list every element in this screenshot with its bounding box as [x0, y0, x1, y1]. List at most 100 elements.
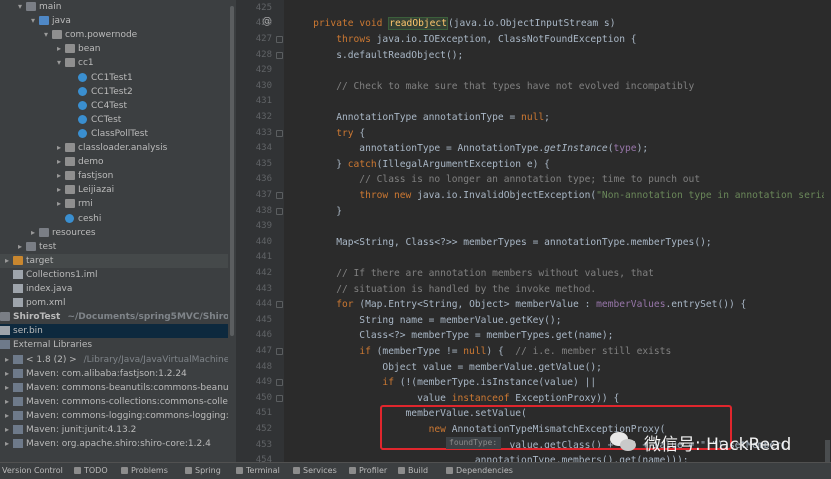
code-token: null	[521, 112, 545, 123]
library-icon	[13, 439, 23, 449]
package-icon	[52, 30, 62, 40]
tree-item[interactable]: pom.xml	[0, 296, 228, 310]
scrollbar-thumb[interactable]	[230, 6, 234, 336]
collapse-arrow-icon[interactable]: ▸	[2, 254, 12, 268]
collapse-arrow-icon[interactable]: ▸	[54, 141, 64, 155]
tree-item[interactable]: ▾ main	[0, 0, 228, 14]
collapse-arrow-icon[interactable]: ▸	[54, 197, 64, 211]
tool-window-profiler[interactable]: Profiler	[349, 463, 387, 479]
tree-item[interactable]: ▸ classloader.analysis	[0, 141, 228, 155]
fold-marker-icon[interactable]	[276, 207, 283, 215]
tool-window-build[interactable]: Build	[398, 463, 428, 479]
tree-item[interactable]: ▸ Maven: commons-collections:commons-coll…	[0, 395, 228, 409]
tree-item[interactable]: ▸ < 1.8 (2) > /Library/Java/JavaVirtualMa…	[0, 353, 228, 367]
collapse-arrow-icon[interactable]: ▸	[28, 226, 38, 240]
tree-item[interactable]: ceshi	[0, 212, 228, 226]
collapse-arrow-icon[interactable]: ▸	[2, 437, 12, 451]
editor-scrollbar[interactable]	[824, 0, 831, 462]
code-line: s.defaultReadObject();	[290, 48, 463, 64]
collapse-arrow-icon[interactable]: ▸	[2, 381, 12, 395]
tree-item[interactable]: ▸ fastjson	[0, 169, 228, 183]
tree-item[interactable]: ser.bin	[0, 324, 228, 339]
tree-item[interactable]: ▾ cc1	[0, 56, 228, 70]
fold-marker-icon[interactable]	[276, 379, 283, 387]
collapse-arrow-icon[interactable]: ▸	[2, 395, 12, 409]
tree-item[interactable]: ▸ Maven: commons-logging:commons-logging:…	[0, 409, 228, 423]
collapse-arrow-icon[interactable]: ▸	[54, 155, 64, 169]
tree-item-label: CC1Test2	[91, 86, 133, 97]
expand-arrow-icon[interactable]: ▾	[28, 14, 38, 28]
tree-item[interactable]: ▸ rmi	[0, 197, 228, 211]
tree-item[interactable]: ▾ java	[0, 14, 228, 28]
tree-item[interactable]: CC1Test1	[0, 71, 228, 85]
tool-window-services[interactable]: Services	[293, 463, 337, 479]
fold-marker-icon[interactable]	[276, 301, 283, 309]
expand-arrow-icon[interactable]: ▾	[54, 56, 64, 70]
tree-item[interactable]: ▸ Maven: org.apache.shiro:shiro-core:1.2.…	[0, 437, 228, 451]
tree-item[interactable]: ▸ Maven: commons-beanutils:commons-beanut…	[0, 381, 228, 395]
tree-item[interactable]: ▸ test	[0, 240, 228, 254]
tree-item[interactable]: index.java	[0, 282, 228, 296]
collapse-arrow-icon[interactable]: ▸	[54, 42, 64, 56]
line-number: 426	[255, 18, 272, 29]
tool-window-dependencies[interactable]: Dependencies	[446, 463, 513, 479]
library-icon	[13, 410, 23, 420]
expand-arrow-icon[interactable]: ▾	[15, 0, 25, 14]
tree-item[interactable]: ▸ Maven: junit:junit:4.13.2	[0, 423, 228, 437]
code-token: // If there are annotation members witho…	[290, 268, 654, 279]
tool-window-label: Dependencies	[456, 466, 513, 475]
tree-item[interactable]: ▸ target	[0, 253, 228, 268]
collapse-arrow-icon[interactable]: ▸	[54, 169, 64, 183]
terminal-icon	[236, 467, 243, 474]
tool-window-version-control[interactable]: Version Control	[2, 463, 63, 479]
collapse-arrow-icon[interactable]: ▸	[2, 367, 12, 381]
fold-marker-icon[interactable]	[276, 36, 283, 43]
fold-marker-icon[interactable]	[276, 51, 283, 59]
tool-window-label: Spring	[195, 466, 221, 475]
collapse-arrow-icon[interactable]: ▸	[2, 423, 12, 437]
tree-item[interactable]: Collections1.iml	[0, 268, 228, 282]
editor-scrollbar-thumb[interactable]	[825, 440, 830, 462]
library-icon	[13, 354, 23, 364]
tree-item[interactable]: CCTest	[0, 113, 228, 127]
tree-item[interactable]: ▸ShiroTest ~/Documents/spring5MVC/ShiroT…	[0, 310, 228, 324]
fold-marker-icon[interactable]	[276, 348, 283, 355]
tree-item[interactable]: CC1Test2	[0, 85, 228, 99]
collapse-arrow-icon[interactable]: ▸	[2, 353, 12, 367]
line-number: 441	[255, 252, 272, 263]
tree-item[interactable]: ▸ Leijiazai	[0, 183, 228, 197]
tree-item[interactable]: ▾ com.powernode	[0, 28, 228, 42]
tree-item[interactable]: CC4Test	[0, 99, 228, 113]
problems-icon	[121, 467, 128, 474]
tree-item-label: ceshi	[78, 213, 102, 224]
tool-window-problems[interactable]: Problems	[121, 463, 168, 479]
fold-marker-icon[interactable]	[276, 129, 283, 137]
code-token: for	[336, 299, 360, 311]
collapse-arrow-icon[interactable]: ▸	[15, 240, 25, 254]
line-number: 429	[255, 65, 272, 76]
java-class-icon	[78, 72, 87, 82]
tree-item[interactable]: ▸ Maven: com.alibaba:fastjson:1.2.24	[0, 367, 228, 381]
tree-item[interactable]: ▾External Libraries	[0, 338, 228, 352]
expand-arrow-icon[interactable]: ▾	[41, 28, 51, 42]
tool-window-terminal[interactable]: Terminal	[236, 463, 280, 479]
project-tree-scrollbar[interactable]	[228, 0, 236, 462]
code-token: ;	[544, 112, 550, 123]
fold-marker-icon[interactable]	[276, 394, 283, 402]
tool-window-todo[interactable]: TODO	[74, 463, 108, 479]
code-token: if	[359, 346, 377, 357]
tree-item-label: demo	[78, 157, 104, 168]
fold-marker-icon[interactable]	[276, 192, 283, 199]
tree-item[interactable]: ▸ demo	[0, 155, 228, 169]
folder-icon	[0, 312, 10, 322]
folder-icon	[26, 241, 36, 251]
code-editor[interactable]: private void readObject(java.io.ObjectIn…	[290, 0, 831, 462]
tool-window-spring[interactable]: Spring	[185, 463, 221, 479]
collapse-arrow-icon[interactable]: ▸	[54, 183, 64, 197]
collapse-arrow-icon[interactable]: ▸	[2, 409, 12, 423]
tree-item[interactable]: ClassPollTest	[0, 127, 228, 141]
code-line: Class<?> memberType = memberTypes.get(na…	[290, 328, 613, 344]
tree-item[interactable]: ▸ resources	[0, 226, 228, 240]
tree-item[interactable]: ▸ bean	[0, 42, 228, 56]
